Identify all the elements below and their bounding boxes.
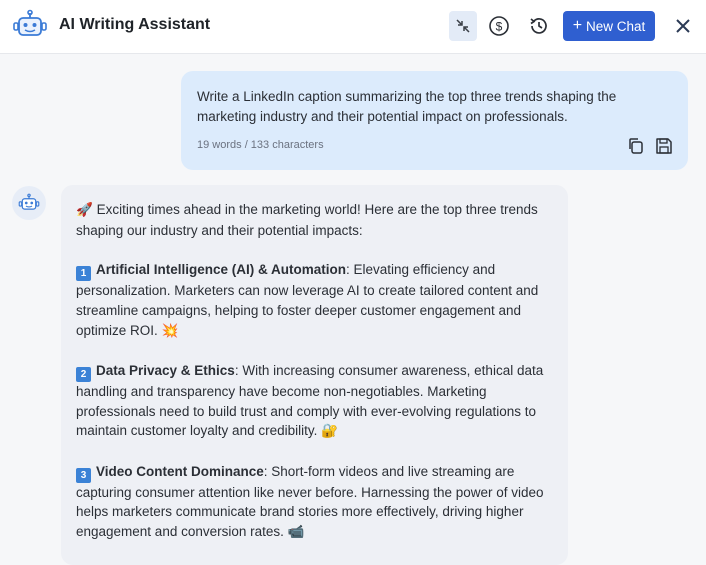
trend-title: Data Privacy & Ethics (96, 362, 235, 378)
trend-title: Artificial Intelligence (AI) & Automatio… (96, 262, 347, 278)
robot-logo-icon (13, 9, 47, 36)
minimize-button[interactable] (449, 11, 477, 41)
trend-item: 1 Artificial Intelligence (AI) & Automati… (76, 260, 554, 341)
lock-emoji: 🔐 (321, 423, 338, 440)
credits-button[interactable]: $ (485, 11, 513, 41)
history-icon (530, 18, 547, 34)
trend-number-badge: 3 (76, 467, 91, 483)
history-button[interactable] (525, 11, 553, 41)
plus-icon: + (572, 17, 583, 34)
trend-item: 2 Data Privacy & Ethics: With increasing … (76, 361, 554, 442)
assistant-message-bubble: 🚀 Exciting times ahead in the marketing … (61, 185, 568, 565)
copy-icon[interactable] (626, 136, 646, 156)
trend-number-badge: 1 (76, 266, 91, 282)
close-icon (676, 19, 690, 33)
user-message-text: Write a LinkedIn caption summarizing the… (197, 89, 617, 124)
word-count-meta: 19 words / 133 characters (197, 139, 324, 151)
trend-title: Video Content Dominance (96, 463, 264, 479)
user-message-bubble: Write a LinkedIn caption summarizing the… (181, 71, 688, 170)
trend-number-badge: 2 (76, 366, 91, 382)
intro-text: Exciting times ahead in the marketing wo… (76, 202, 538, 238)
svg-text:$: $ (496, 20, 503, 34)
assistant-intro: 🚀 Exciting times ahead in the marketing … (76, 200, 554, 240)
robot-avatar-icon (18, 193, 40, 210)
rocket-emoji: 🚀 (76, 202, 93, 218)
video-camera-emoji: 📹 (287, 524, 305, 541)
collision-emoji: 💥 (161, 322, 179, 339)
app-header: AI Writing Assistant $ + New Chat (0, 0, 706, 54)
new-chat-button[interactable]: + New Chat (563, 11, 655, 41)
new-chat-label: New Chat (586, 18, 646, 34)
minimize-arrows-icon (456, 19, 470, 33)
dollar-circle-icon: $ (489, 16, 509, 36)
save-icon[interactable] (654, 136, 674, 156)
app-title: AI Writing Assistant (59, 16, 211, 33)
close-button[interactable] (672, 14, 694, 38)
assistant-avatar (12, 186, 46, 220)
trend-item: 3 Video Content Dominance: Short-form vid… (76, 462, 554, 543)
